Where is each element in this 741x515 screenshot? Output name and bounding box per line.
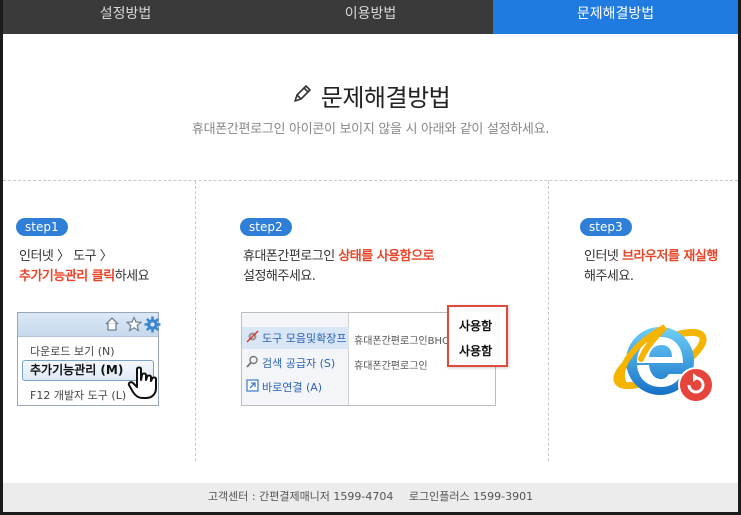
accelerator-icon <box>246 379 259 395</box>
step3-line1-pre: 인터넷 <box>584 249 623 264</box>
ie-toolbar <box>18 313 161 337</box>
page-subtitle: 휴대폰간편로그인 아이콘이 보이지 않을 시 아래와 같이 설정하세요. <box>191 122 550 137</box>
step2-badge: step2 <box>240 218 292 236</box>
step1-line2: 추가기능관리 클릭하세요 <box>19 267 150 287</box>
step1-badge: step1 <box>16 218 68 236</box>
step3-highlight: 브라우저를 재실행 <box>622 249 718 264</box>
footer: 고객센터 : 간편결제매니저 1599-4704 로그인플러스 1599-390… <box>3 483 738 512</box>
step2-line2: 설정해주세요. <box>243 269 316 284</box>
footer-support: 고객센터 : 간편결제매니저 1599-4704 <box>207 490 394 503</box>
section-divider <box>3 180 738 181</box>
search-icon <box>246 355 259 371</box>
status-popup: 사용함 사용함 <box>447 305 508 367</box>
hand-cursor-icon <box>127 366 159 404</box>
tab-troubleshooting[interactable]: 문제해결방법 <box>493 0 738 34</box>
addon-type-accelerators[interactable]: 바로연결 (A) <box>246 379 322 395</box>
footer-loginplus: 로그인플러스 1599-3901 <box>408 490 534 503</box>
step1-line1: 인터넷 〉 도구 〉 <box>19 249 113 264</box>
addon-types-list: 도구 모음및확장프 검색 공급자 (S) 바로연결 (A) <box>242 313 349 405</box>
step1-line2-rest: 하세요 <box>114 269 150 284</box>
addon-entry-login[interactable]: 휴대폰간편로그인 <box>354 357 428 372</box>
addon-type-label: 도구 모음및확장프 <box>262 332 347 345</box>
column-divider-1 <box>195 181 196 461</box>
step3-line1: 인터넷 브라우저를 재실행 <box>584 247 718 267</box>
addon-type-label: 검색 공급자 (S) <box>262 357 336 370</box>
tab-bar: 설정방법 이용방법 문제해결방법 <box>3 0 738 34</box>
internet-explorer-icon <box>605 315 720 411</box>
star-icon[interactable] <box>125 316 143 336</box>
addon-type-search[interactable]: 검색 공급자 (S) <box>246 355 335 371</box>
addon-type-label: 바로연결 (A) <box>262 381 323 394</box>
step2-description: 휴대폰간편로그인 상태를 사용함으로 설정해주세요. <box>243 247 435 287</box>
status-enabled-1[interactable]: 사용함 <box>459 317 492 334</box>
home-icon[interactable] <box>104 316 120 336</box>
page-title: 문제해결방법 <box>320 84 451 112</box>
title-row: 문제해결방법 <box>3 78 738 113</box>
tab-setup[interactable]: 설정방법 <box>3 0 248 34</box>
addon-entry-bho[interactable]: 휴대폰간편로그인BHO <box>354 332 450 347</box>
step2-line1-pre: 휴대폰간편로그인 <box>243 249 339 264</box>
menu-item-devtools[interactable]: F12 개발자 도구 (L) <box>30 387 126 403</box>
step3-line2: 해주세요. <box>584 269 634 284</box>
status-enabled-2[interactable]: 사용함 <box>459 342 492 359</box>
step2-highlight: 상태를 사용함으로 <box>338 249 435 264</box>
step3-description: 인터넷 브라우저를 재실행 해주세요. <box>584 247 718 287</box>
addon-type-toolbars[interactable]: 도구 모음및확장프 <box>242 327 349 349</box>
step3-badge: step3 <box>580 218 632 236</box>
gear-icon[interactable] <box>144 316 161 337</box>
tab-usage[interactable]: 이용방법 <box>248 0 493 34</box>
column-divider-2 <box>548 181 549 461</box>
gear-icon <box>246 330 259 346</box>
menu-item-downloads[interactable]: 다운로드 보기 (N) <box>30 343 115 359</box>
step1-highlight: 추가기능관리 클릭 <box>19 269 115 284</box>
pencil-icon <box>291 83 313 109</box>
step2-line1: 휴대폰간편로그인 상태를 사용함으로 <box>243 247 435 267</box>
step1-description: 인터넷 〉 도구 〉 추가기능관리 클릭하세요 <box>19 247 150 287</box>
page-header: 문제해결방법 휴대폰간편로그인 아이콘이 보이지 않을 시 아래와 같이 설정하… <box>3 34 738 179</box>
